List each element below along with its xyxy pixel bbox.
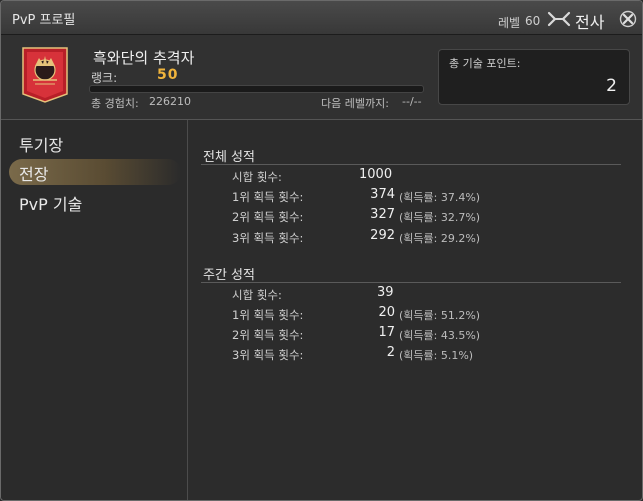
job-name: 전사 (575, 13, 605, 32)
weekly-first-label: 1위 획득 횟수: (232, 308, 304, 322)
total-xp-label: 총 경험치: (91, 97, 139, 110)
overall-second-rate: (획득률: 32.7%) (399, 211, 481, 224)
weekly-second-rate: (획득률: 43.5%) (399, 329, 481, 342)
overall-third-rate: (획득률: 29.2%) (399, 232, 481, 245)
weekly-second-value: 17 (378, 325, 395, 340)
nav-item-battlefield[interactable]: 전장 (9, 159, 181, 185)
warrior-job-icon (547, 11, 571, 27)
nav-item-arena[interactable]: 투기장 (1, 130, 187, 156)
sidebar: 투기장 전장 PvP 기술 (1, 120, 187, 500)
overall-second-label: 2위 획득 횟수: (232, 210, 304, 224)
weekly-second-label: 2위 획득 횟수: (232, 328, 304, 342)
overall-first-rate: (획득률: 37.4%) (399, 191, 481, 204)
next-level-value: --/-- (402, 95, 422, 108)
overall-first-label: 1위 획득 횟수: (232, 190, 304, 204)
overall-third-label: 3위 획득 횟수: (232, 231, 304, 245)
pvp-profile-window: PvP 프로필 레벨 60 전사 흑와단의 추격자 랭크: 50 총 경험치: … (0, 0, 643, 501)
total-xp-value: 226210 (149, 95, 191, 108)
nav-item-label: 투기장 (19, 136, 64, 155)
skill-points-box: 총 기술 포인트: 2 (438, 49, 630, 105)
weekly-section-title: 주간 성적 (203, 268, 255, 283)
level-label: 레벨 (498, 16, 521, 30)
level-value: 60 (525, 14, 541, 28)
close-icon[interactable] (619, 10, 637, 28)
title-bar[interactable]: PvP 프로필 레벨 60 전사 (1, 1, 642, 35)
weekly-matches-value: 39 (377, 285, 394, 300)
overall-section-line (201, 164, 621, 165)
weekly-third-label: 3위 획득 횟수: (232, 348, 304, 362)
nav-item-label: 전장 (19, 165, 49, 184)
weekly-third-rate: (획득률: 5.1%) (399, 349, 474, 362)
rank-value: 50 (157, 67, 179, 83)
rank-label: 랭크: (91, 71, 118, 85)
weekly-first-rate: (획득률: 51.2%) (399, 309, 481, 322)
overall-matches-value: 1000 (359, 167, 393, 182)
overall-section-title: 전체 성적 (203, 150, 255, 165)
player-name: 흑와단의 추격자 (93, 49, 195, 67)
sidebar-divider (187, 120, 188, 500)
window-title: PvP 프로필 (12, 13, 76, 28)
next-level-label: 다음 레벨까지: (321, 97, 389, 110)
overall-first-value: 374 (370, 187, 395, 202)
weekly-matches-label: 시합 횟수: (232, 288, 282, 302)
weekly-first-value: 20 (378, 305, 395, 320)
weekly-third-value: 2 (386, 345, 395, 360)
overall-second-value: 327 (370, 207, 395, 222)
overall-matches-label: 시합 횟수: (232, 170, 282, 184)
skill-points-label: 총 기술 포인트: (449, 57, 521, 70)
skill-points-value: 2 (606, 76, 617, 96)
nav-item-label: PvP 기술 (19, 195, 83, 214)
weekly-section-line (201, 282, 621, 283)
experience-bar (89, 85, 424, 93)
overall-third-value: 292 (370, 228, 395, 243)
pvp-rank-emblem (22, 47, 68, 103)
nav-item-pvp-skills[interactable]: PvP 기술 (1, 189, 187, 215)
